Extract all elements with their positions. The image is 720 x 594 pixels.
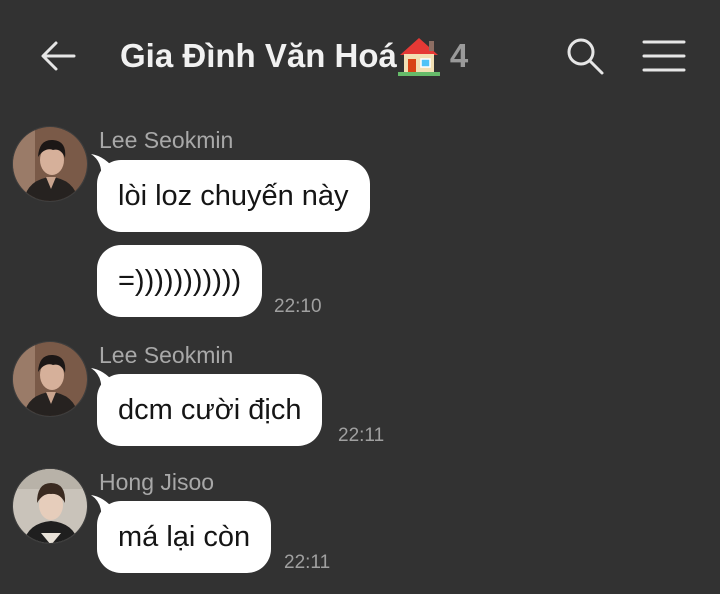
avatar-lee-seokmin[interactable] bbox=[12, 341, 88, 417]
message-bubble[interactable]: lòi loz chuyến này bbox=[97, 160, 370, 232]
message-time: 22:11 bbox=[338, 425, 385, 446]
sender-name: Lee Seokmin bbox=[99, 127, 234, 153]
arrow-left-icon bbox=[41, 41, 76, 71]
member-count: 4 bbox=[449, 37, 469, 74]
message-time: 22:10 bbox=[274, 296, 322, 317]
message-bubble[interactable]: má lại còn bbox=[97, 501, 272, 573]
message-text: má lại còn bbox=[118, 520, 251, 553]
message-text: lòi loz chuyến này bbox=[118, 179, 349, 212]
menu-button[interactable] bbox=[642, 36, 686, 76]
chat-header: Gia Đình Văn Hoá 4 bbox=[0, 0, 720, 112]
avatar-image bbox=[13, 469, 87, 543]
search-button[interactable] bbox=[563, 34, 607, 78]
message-bubble[interactable]: dcm cười địch bbox=[97, 374, 323, 446]
message-text: dcm cười địch bbox=[118, 393, 302, 426]
search-icon bbox=[567, 38, 604, 75]
avatar-image bbox=[13, 127, 87, 201]
avatar-image bbox=[13, 342, 87, 416]
avatar-lee-seokmin[interactable] bbox=[12, 126, 88, 202]
sender-name: Lee Seokmin bbox=[99, 342, 234, 368]
group-name: Gia Đình Văn Hoá bbox=[120, 37, 397, 74]
hamburger-menu-icon bbox=[642, 40, 686, 72]
message-text: =))))))))))) bbox=[118, 264, 242, 297]
avatar-hong-jisoo[interactable] bbox=[12, 468, 88, 544]
sender-name: Hong Jisoo bbox=[99, 469, 215, 495]
message-time: 22:11 bbox=[284, 552, 331, 573]
chat-title[interactable]: Gia Đình Văn Hoá 4 bbox=[120, 34, 468, 78]
back-button[interactable] bbox=[36, 34, 80, 78]
house-emoji-icon bbox=[397, 38, 440, 76]
message-bubble[interactable]: =))))))))))) bbox=[97, 245, 263, 317]
